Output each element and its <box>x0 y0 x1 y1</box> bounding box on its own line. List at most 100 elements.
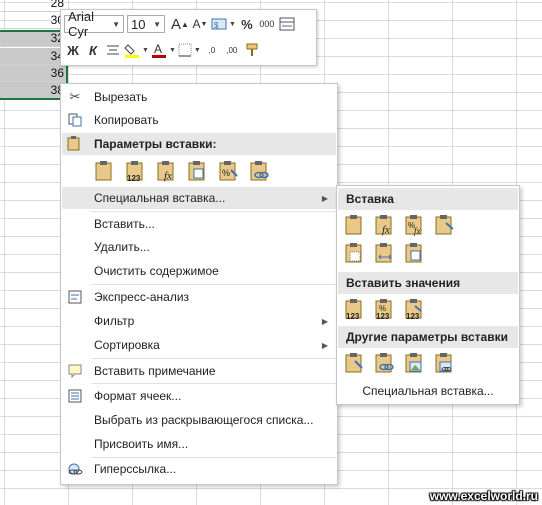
paste-icon[interactable] <box>93 160 115 182</box>
divider <box>91 383 336 384</box>
paste-values-icon[interactable]: 123 <box>124 160 146 183</box>
menu-item-cut[interactable]: ✂ Вырезать <box>62 86 336 108</box>
menu-item-label: Специальная вставка... <box>362 384 494 398</box>
wrap-format-icon[interactable] <box>278 14 296 34</box>
menu-item-insert[interactable]: Вставить... <box>62 213 336 235</box>
font-size-value: 10 <box>131 16 146 32</box>
chevron-right-icon: ▶ <box>321 193 328 203</box>
font-size-box[interactable]: 10 ▼ <box>127 15 165 33</box>
paste-no-borders-icon[interactable] <box>343 242 365 264</box>
menu-item-clear[interactable]: Очистить содержимое <box>62 260 336 282</box>
paste-format-icon[interactable] <box>343 352 365 374</box>
paste-icon[interactable] <box>343 214 365 236</box>
paste-formula-format-icon[interactable]: % fx <box>403 214 425 236</box>
paste-picture-icon[interactable] <box>403 352 425 374</box>
paste-format-icon[interactable]: % <box>217 160 239 182</box>
menu-item-filter[interactable]: Фильтр ▶ <box>62 310 336 332</box>
increase-font-icon[interactable]: A ▲ <box>171 14 189 34</box>
paste-column-width-icon[interactable] <box>373 242 395 264</box>
fill-color-icon[interactable]: ▼ <box>124 40 149 60</box>
paste-values-row: 123 % 123 123 <box>343 298 425 321</box>
menu-item-label: Фильтр <box>94 314 135 328</box>
copy-icon <box>67 112 83 128</box>
font-name-box[interactable]: Arial Cyr ▼ <box>64 9 124 39</box>
svg-text:$: $ <box>214 21 219 30</box>
increase-decimal-icon[interactable]: ,0 <box>203 40 221 60</box>
submenu-header-paste: Вставка <box>338 188 518 210</box>
menu-item-label: Выбрать из раскрывающегося списка... <box>94 413 314 427</box>
menu-item-insert-comment[interactable]: Вставить примечание <box>62 360 336 382</box>
context-menu: ✂ Вырезать Копировать Параметры вставки:… <box>60 83 338 485</box>
divider <box>91 211 336 212</box>
watermark: www.excelworld.ru <box>429 489 538 503</box>
menu-item-quick-analysis[interactable]: Экспресс-анализ <box>62 286 336 308</box>
percent-style-button[interactable]: % <box>238 14 256 34</box>
paste-formula-icon[interactable]: fx <box>155 160 177 182</box>
cell[interactable]: 28 <box>0 0 68 12</box>
paste-values-number-format-icon[interactable]: % 123 <box>373 298 395 321</box>
svg-text:fx: fx <box>414 226 421 236</box>
menu-item-sort[interactable]: Сортировка ▶ <box>62 334 336 356</box>
scissors-icon: ✂ <box>69 89 81 104</box>
svg-text:123: 123 <box>127 174 141 182</box>
submenu-item-special-paste[interactable]: Специальная вставка... <box>338 380 518 402</box>
menu-item-define-name[interactable]: Присвоить имя... <box>62 433 336 455</box>
paste-link-icon[interactable] <box>373 352 395 374</box>
paste-linked-picture-icon[interactable] <box>433 352 455 374</box>
number-format-icon[interactable]: $ ▼ <box>211 14 236 34</box>
paste-group-row-2 <box>343 242 425 264</box>
svg-text:fx: fx <box>382 224 390 236</box>
comment-icon <box>67 363 83 379</box>
paste-icon <box>67 136 81 154</box>
menu-item-label: Сортировка <box>94 338 160 352</box>
mini-toolbar: Arial Cyr ▼ 10 ▼ A ▲ A ▼ $ ▼ % 000 Ж К ▼ A ▼… <box>60 9 317 66</box>
font-color-icon[interactable]: A ▼ <box>151 40 176 60</box>
menu-item-format-cells[interactable]: Формат ячеек... <box>62 385 336 407</box>
paste-keep-source-icon[interactable] <box>433 214 455 236</box>
submenu-header-paste-values: Вставить значения <box>338 272 518 294</box>
menu-item-copy[interactable]: Копировать <box>62 109 336 131</box>
menu-item-special-paste[interactable]: Специальная вставка... ▶ <box>62 187 336 209</box>
thousands-separator-button[interactable]: 000 <box>258 14 276 34</box>
paste-transpose-icon[interactable] <box>403 242 425 264</box>
menu-item-label: Гиперссылка... <box>94 462 177 476</box>
decrease-decimal-icon[interactable]: ,00 <box>223 40 241 60</box>
hyperlink-icon <box>67 461 83 477</box>
svg-text:fx: fx <box>164 170 172 182</box>
format-cells-icon <box>67 388 83 404</box>
chevron-down-icon[interactable]: ▼ <box>112 20 120 29</box>
menu-item-label: Специальная вставка... <box>94 191 226 205</box>
italic-button[interactable]: К <box>84 40 102 60</box>
paste-transpose-icon[interactable] <box>186 160 208 182</box>
menu-item-label: Копировать <box>94 113 159 127</box>
menu-item-label: Вставить примечание <box>94 364 216 378</box>
paste-link-icon[interactable] <box>248 160 270 182</box>
menu-item-delete[interactable]: Удалить... <box>62 236 336 258</box>
format-painter-icon[interactable] <box>243 40 261 60</box>
svg-text:123: 123 <box>346 312 360 320</box>
paste-values-icon[interactable]: 123 <box>343 298 365 321</box>
menu-item-label: Вырезать <box>94 90 148 104</box>
menu-item-hyperlink[interactable]: Гиперссылка... <box>62 458 336 480</box>
paste-options-row: 123 fx % <box>93 160 270 183</box>
chevron-right-icon: ▶ <box>321 340 328 350</box>
cell[interactable]: 30 <box>0 12 68 29</box>
menu-item-label: Формат ячеек... <box>94 389 182 403</box>
menu-item-label: Присвоить имя... <box>94 437 189 451</box>
font-name-value: Arial Cyr <box>68 9 95 39</box>
bold-button[interactable]: Ж <box>64 40 82 60</box>
chevron-down-icon[interactable]: ▼ <box>153 20 161 29</box>
divider <box>91 358 336 359</box>
align-center-icon[interactable] <box>104 40 122 60</box>
decrease-font-icon[interactable]: A ▼ <box>191 14 209 34</box>
svg-text:123: 123 <box>406 312 420 320</box>
paste-values-source-format-icon[interactable]: 123 <box>403 298 425 321</box>
selection-border <box>0 30 68 100</box>
paste-group-row-1: fx % fx <box>343 214 455 236</box>
menu-item-pick-list[interactable]: Выбрать из раскрывающегося списка... <box>62 409 336 431</box>
borders-icon[interactable]: ▼ <box>178 40 201 60</box>
divider <box>91 284 336 285</box>
paste-formula-icon[interactable]: fx <box>373 214 395 236</box>
submenu-header-other: Другие параметры вставки <box>338 326 518 348</box>
quick-analysis-icon <box>67 289 83 305</box>
